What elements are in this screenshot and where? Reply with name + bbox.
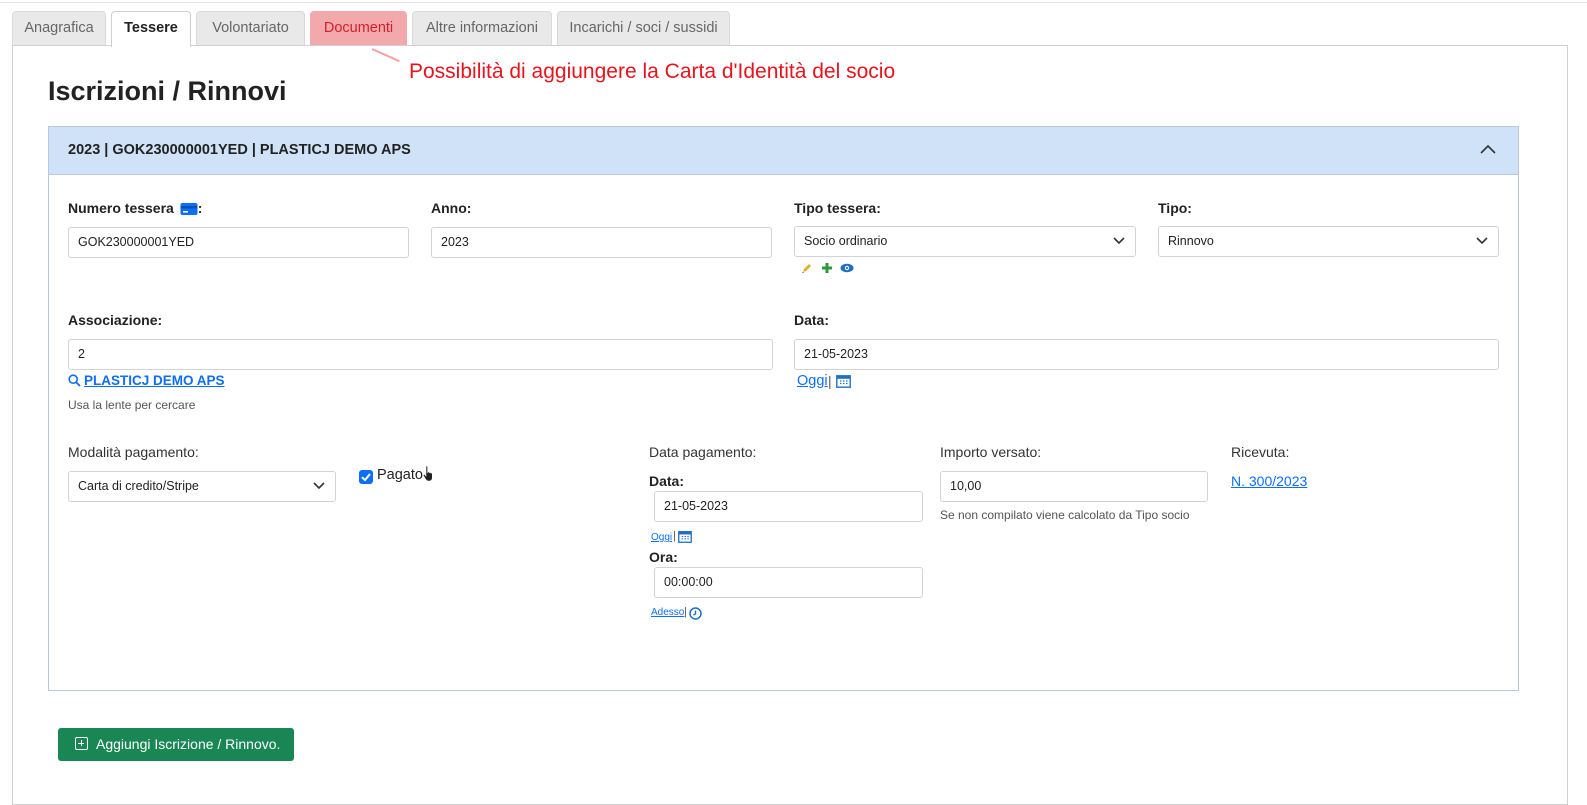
tab-volontariato[interactable]: Volontariato: [196, 11, 305, 45]
dp-data-input[interactable]: 21-05-2023: [654, 491, 923, 522]
tipo-tessera-label: Tipo tessera:: [794, 200, 881, 216]
membership-card: 2023 | GOK230000001YED | PLASTICJ DEMO A…: [48, 126, 1519, 691]
tab-altre-informazioni[interactable]: Altre informazioni: [412, 11, 552, 45]
data-pagamento-label: Data pagamento:: [649, 444, 757, 460]
page-title: Iscrizioni / Rinnovi: [48, 76, 287, 106]
chevron-up-icon[interactable]: [1480, 144, 1496, 154]
numero-tessera-label: Numero tessera :: [68, 200, 203, 216]
tab-tessere[interactable]: Tessere: [111, 11, 191, 47]
ora-label: Ora:: [649, 549, 678, 565]
pencil-icon[interactable]: [801, 262, 813, 274]
dp-oggi-link[interactable]: Oggi: [651, 532, 672, 543]
separator: |: [828, 373, 832, 389]
plus-square-icon: [75, 737, 88, 750]
associazione-input[interactable]: 2: [68, 339, 773, 370]
numero-tessera-input[interactable]: GOK230000001YED: [68, 227, 409, 258]
chevron-down-icon: [1113, 237, 1125, 245]
anno-label: Anno:: [431, 200, 472, 216]
importo-hint: Se non compilato viene calcolato da Tipo…: [940, 508, 1190, 522]
annotation-text: Possibilità di aggiungere la Carta d'Ide…: [409, 60, 896, 83]
card-icon: [180, 203, 198, 215]
plus-icon[interactable]: [821, 262, 833, 274]
tab-anagrafica[interactable]: Anagrafica: [12, 11, 106, 45]
clock-icon[interactable]: [689, 607, 702, 620]
ora-input[interactable]: 00:00:00: [654, 567, 923, 598]
associazione-link[interactable]: PLASTICJ DEMO APS: [84, 373, 225, 388]
pagato-label[interactable]: Pagato: [377, 467, 423, 483]
hand-pointer-icon: [422, 465, 433, 482]
eye-icon[interactable]: [840, 263, 854, 273]
tipo-select[interactable]: Rinnovo: [1158, 226, 1499, 257]
adesso-link[interactable]: Adesso: [651, 607, 684, 618]
card-header[interactable]: 2023 | GOK230000001YED | PLASTICJ DEMO A…: [49, 127, 1518, 175]
calendar-icon[interactable]: [836, 374, 851, 388]
top-divider: [0, 2, 1587, 3]
data-label: Data:: [794, 312, 830, 328]
tipo-label: Tipo:: [1158, 200, 1192, 216]
associazione-hint: Usa la lente per cercare: [68, 398, 196, 412]
oggi-link[interactable]: Oggi: [797, 373, 828, 389]
importo-label: Importo versato:: [940, 444, 1042, 460]
importo-input[interactable]: 10,00: [940, 471, 1208, 502]
card-header-title: 2023 | GOK230000001YED | PLASTICJ DEMO A…: [68, 142, 411, 158]
calendar-icon[interactable]: [678, 530, 692, 543]
tipo-value: Rinnovo: [1168, 234, 1214, 248]
separator: |: [684, 606, 687, 618]
add-iscrizione-button[interactable]: Aggiungi Iscrizione / Rinnovo.: [58, 728, 294, 761]
data-input[interactable]: 21-05-2023: [794, 339, 1499, 370]
pagato-checkbox[interactable]: [359, 470, 373, 484]
chevron-down-icon: [1476, 237, 1488, 245]
search-icon[interactable]: [68, 374, 81, 387]
checkmark-icon: [361, 473, 371, 482]
dp-data-label: Data:: [649, 473, 685, 489]
associazione-label: Associazione:: [68, 312, 163, 328]
add-iscrizione-label: Aggiungi Iscrizione / Rinnovo.: [96, 736, 281, 752]
ricevuta-label: Ricevuta:: [1231, 444, 1290, 460]
modalita-pagamento-select[interactable]: Carta di credito/Stripe: [68, 471, 336, 502]
separator: |: [673, 530, 676, 542]
modalita-pagamento-value: Carta di credito/Stripe: [78, 479, 199, 493]
anno-input[interactable]: 2023: [431, 227, 772, 258]
ricevuta-link[interactable]: N. 300/2023: [1231, 473, 1307, 489]
tipo-tessera-value: Socio ordinario: [804, 234, 888, 248]
chevron-down-icon: [313, 482, 325, 490]
tab-documenti[interactable]: Documenti: [310, 11, 407, 45]
tipo-tessera-select[interactable]: Socio ordinario: [794, 226, 1136, 257]
modalita-pagamento-label: Modalità pagamento:: [68, 444, 199, 460]
tab-incarichi[interactable]: Incarichi / soci / sussidi: [557, 11, 730, 45]
